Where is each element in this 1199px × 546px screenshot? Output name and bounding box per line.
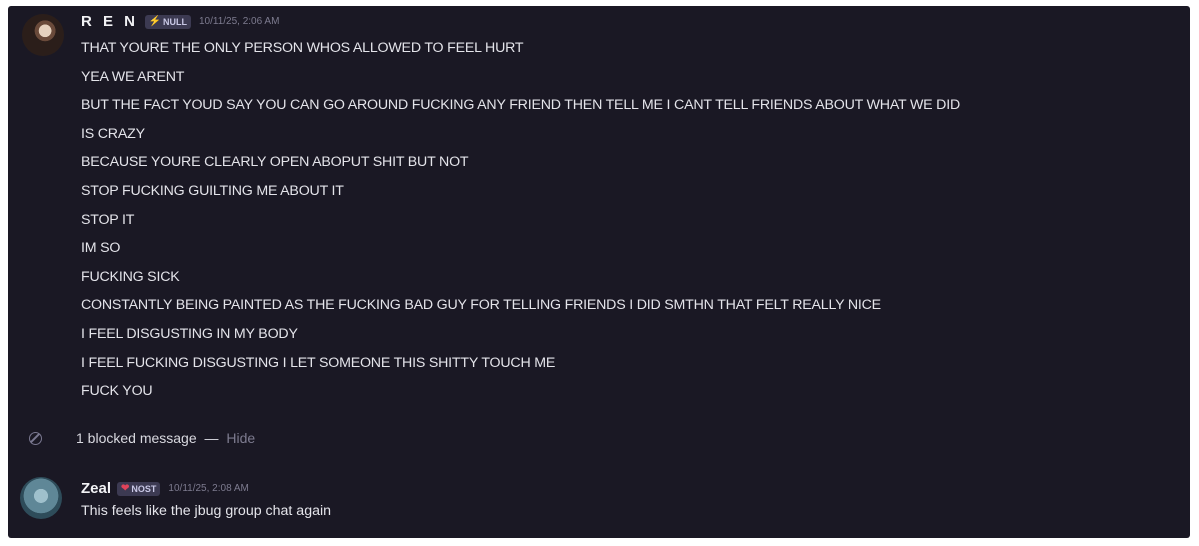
message-line: STOP FUCKING GUILTING ME ABOUT IT: [81, 182, 344, 199]
username[interactable]: Zeal: [81, 480, 111, 497]
message-line: FUCK YOU: [81, 383, 153, 400]
message-line: FUCKING SICK: [81, 268, 180, 285]
chat-panel: R E N ⚡ NULL 10/11/25, 2:06 AM THAT YOUR…: [8, 6, 1190, 538]
blocked-icon: [29, 432, 42, 445]
message-header: Zeal ❤ NOST 10/11/25, 2:08 AM: [81, 480, 249, 497]
avatar[interactable]: [20, 477, 62, 519]
blocked-separator: —: [204, 430, 219, 446]
blocked-message-bar: 1 blocked message — Hide: [8, 424, 1190, 454]
message-line: BECAUSE YOURE CLEARLY OPEN ABOPUT SHIT B…: [81, 154, 469, 171]
message-line: CONSTANTLY BEING PAINTED AS THE FUCKING …: [81, 297, 881, 314]
heart-icon: ❤: [121, 483, 130, 494]
message-line: THAT YOURE THE ONLY PERSON WHOS ALLOWED …: [81, 40, 524, 56]
message-ren: R E N ⚡ NULL 10/11/25, 2:06 AM THAT YOUR…: [8, 6, 1190, 416]
role-tag-label: NULL: [162, 16, 187, 27]
timestamp: 10/11/25, 2:08 AM: [168, 483, 249, 494]
message-header: R E N ⚡ NULL 10/11/25, 2:06 AM: [81, 13, 279, 30]
timestamp: 10/11/25, 2:06 AM: [198, 16, 280, 27]
blocked-message-label: 1 blocked message: [76, 430, 197, 446]
message-lines: THAT YOURE THE ONLY PERSON WHOS ALLOWED …: [81, 34, 960, 406]
message-line: I FEEL FUCKING DISGUSTING I LET SOMEONE …: [81, 354, 556, 371]
message-line: STOP IT: [81, 211, 135, 228]
lightning-bolt-icon: ⚡: [148, 16, 161, 27]
role-tag[interactable]: ❤ NOST: [117, 481, 161, 496]
blocked-message-notice: 1 blocked message — Hide: [76, 430, 255, 446]
message-line: I FEEL DISGUSTING IN MY BODY: [81, 325, 298, 342]
username[interactable]: R E N: [81, 13, 139, 30]
role-tag-label: NOST: [131, 483, 157, 494]
hide-link[interactable]: Hide: [226, 430, 255, 446]
message-line: This feels like the jbug group chat agai…: [81, 503, 332, 519]
message-line: YEA WE ARENT: [81, 68, 185, 85]
role-tag[interactable]: ⚡ NULL: [144, 14, 191, 29]
avatar[interactable]: [22, 14, 64, 56]
message-line: IM SO: [81, 240, 121, 257]
message-line: BUT THE FACT YOUD SAY YOU CAN GO AROUND …: [81, 97, 961, 114]
message-line: IS CRAZY: [81, 125, 145, 142]
